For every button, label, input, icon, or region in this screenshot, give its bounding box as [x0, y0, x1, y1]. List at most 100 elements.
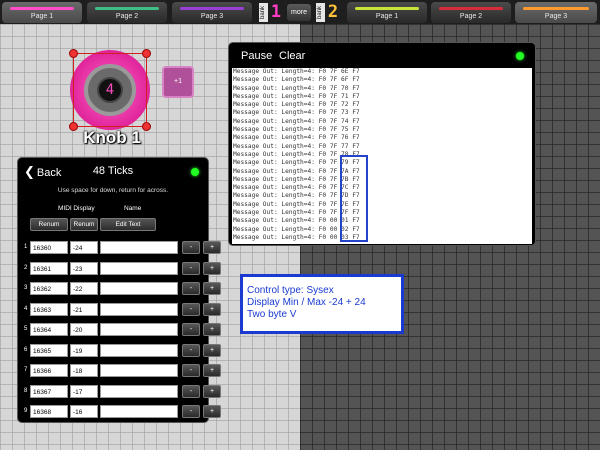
right-tab-page-2[interactable]: Page 2 [431, 2, 511, 23]
table-row: 9 16368 -16 - + [24, 403, 221, 420]
increment-button[interactable]: + [203, 384, 221, 398]
clear-button[interactable]: Clear [279, 50, 305, 62]
resize-handle-top-right[interactable] [142, 49, 151, 58]
decrement-button[interactable]: - [182, 282, 200, 295]
top-bar: Page 1 Page 2 Page 3 bank 1 more bank 2 … [0, 0, 600, 24]
ticks-status-led [191, 168, 199, 176]
display-value-field[interactable]: -17 [70, 384, 98, 398]
table-row: 8 16367 -17 - + [24, 383, 221, 400]
display-value-field[interactable]: -18 [70, 364, 98, 377]
midi-value-field[interactable]: 16365 [30, 343, 68, 357]
edit-text-button[interactable]: Edit Text [100, 218, 156, 231]
midi-log-panel: Pause Clear Message Out: Length=4: F0 7F… [228, 42, 536, 246]
row-index: 1 [24, 244, 28, 250]
display-value-field[interactable]: -22 [70, 282, 98, 295]
decrement-button[interactable]: - [182, 343, 200, 357]
display-value-field[interactable]: -16 [70, 405, 98, 418]
right-tab-page-1[interactable]: Page 1 [347, 2, 427, 23]
increment-button[interactable]: + [203, 261, 221, 275]
display-value-field[interactable]: -20 [70, 323, 98, 336]
name-field[interactable] [100, 405, 178, 418]
increment-button[interactable]: + [203, 302, 221, 316]
midi-value-field[interactable]: 16366 [30, 364, 68, 377]
highlight-box [340, 155, 368, 242]
increment-button[interactable]: + [203, 343, 221, 357]
tab-label: Page 2 [459, 13, 483, 20]
table-row: 5 16364 -20 - + [24, 321, 221, 338]
bank-left-number[interactable]: 1 [270, 3, 282, 22]
annotation-note: Control type: Sysex Display Min / Max -2… [240, 274, 404, 334]
decrement-button[interactable]: - [182, 384, 200, 398]
selection-box [73, 53, 147, 127]
bank-right-number[interactable]: 2 [327, 3, 339, 22]
annotation-line-2: Display Min / Max -24 + 24 [247, 297, 366, 308]
bank-left-label[interactable]: bank [259, 3, 268, 22]
decrement-button[interactable]: - [182, 405, 200, 418]
more-button[interactable]: more [287, 4, 311, 21]
pause-button[interactable]: Pause [241, 50, 272, 62]
name-field[interactable] [100, 241, 178, 254]
log-line: Message Out: Length=4: F0 00 02 F7 [233, 225, 360, 233]
log-header: Pause Clear [229, 43, 535, 68]
decrement-button[interactable]: - [182, 323, 200, 336]
decrement-button[interactable]: - [182, 302, 200, 316]
knob-control[interactable]: 4 [68, 48, 152, 132]
renum-midi-button[interactable]: Renum [30, 218, 68, 231]
display-value-field[interactable]: -19 [70, 343, 98, 357]
log-line: Message Out: Length=4: F0 00 01 F7 [233, 217, 360, 225]
log-line: Message Out: Length=4: F0 7F 7A F7 [233, 167, 360, 175]
decrement-button[interactable]: - [182, 364, 200, 377]
name-field[interactable] [100, 302, 178, 316]
midi-value-field[interactable]: 16363 [30, 302, 68, 316]
name-field[interactable] [100, 323, 178, 336]
display-value-field[interactable]: -24 [70, 241, 98, 254]
table-row: 3 16362 -22 - + [24, 280, 221, 297]
increment-button[interactable]: + [203, 323, 221, 336]
log-line: Message Out: Length=4: F0 7F 7E F7 [233, 200, 360, 208]
increment-button[interactable]: + [203, 405, 221, 418]
midi-value-field[interactable]: 16364 [30, 323, 68, 336]
name-field[interactable] [100, 343, 178, 357]
midi-value-field[interactable]: 16361 [30, 261, 68, 275]
log-line: Message Out: Length=4: F0 7F 75 F7 [233, 126, 360, 134]
table-row: 2 16361 -23 - + [24, 260, 221, 277]
tab-label: Page 3 [200, 13, 224, 20]
left-tab-page-1[interactable]: Page 1 [2, 2, 82, 23]
midi-value-field[interactable]: 16367 [30, 384, 68, 398]
log-line: Message Out: Length=4: F0 7F 7B F7 [233, 175, 360, 183]
decrement-button[interactable]: - [182, 241, 200, 254]
midi-value-field[interactable]: 16362 [30, 282, 68, 295]
left-tab-page-3[interactable]: Page 3 [172, 2, 252, 23]
tab-label: Page 3 [544, 13, 568, 20]
left-tab-page-2[interactable]: Page 2 [87, 2, 167, 23]
name-field[interactable] [100, 282, 178, 295]
increment-button[interactable]: + [203, 282, 221, 295]
annotation-line-1: Control type: Sysex [247, 285, 334, 296]
name-field[interactable] [100, 364, 178, 377]
increment-button[interactable]: + [203, 364, 221, 377]
tab-label: Page 1 [375, 13, 399, 20]
midi-value-field[interactable]: 16360 [30, 241, 68, 254]
log-line: Message Out: Length=4: F0 7F 7C F7 [233, 184, 360, 192]
midi-value-field[interactable]: 16368 [30, 405, 68, 418]
name-field[interactable] [100, 261, 178, 275]
column-header-name: Name [124, 205, 142, 212]
name-field[interactable] [100, 384, 178, 398]
log-line: Message Out: Length=4: F0 7F 79 F7 [233, 159, 360, 167]
ticks-title: 48 Ticks [92, 165, 134, 177]
bank-right-label[interactable]: bank [316, 3, 325, 22]
increment-button[interactable]: + [203, 241, 221, 254]
display-value-field[interactable]: -23 [70, 261, 98, 275]
right-tab-page-3[interactable]: Page 3 [515, 2, 597, 23]
plus-one-button[interactable]: +1 [162, 66, 194, 98]
log-line: Message Out: Length=4: F0 7F 77 F7 [233, 142, 360, 150]
decrement-button[interactable]: - [182, 261, 200, 275]
table-row: 7 16366 -18 - + [24, 362, 221, 379]
tab-label: Page 1 [30, 13, 54, 20]
log-output[interactable]: Message Out: Length=4: F0 7F 6E F7 Messag… [232, 68, 532, 244]
renum-display-button[interactable]: Renum [70, 218, 98, 231]
log-line: Message Out: Length=4: F0 7F 6E F7 [233, 68, 360, 75]
row-index: 8 [24, 387, 28, 394]
display-value-field[interactable]: -21 [70, 302, 98, 316]
resize-handle-top-left[interactable] [69, 49, 78, 58]
